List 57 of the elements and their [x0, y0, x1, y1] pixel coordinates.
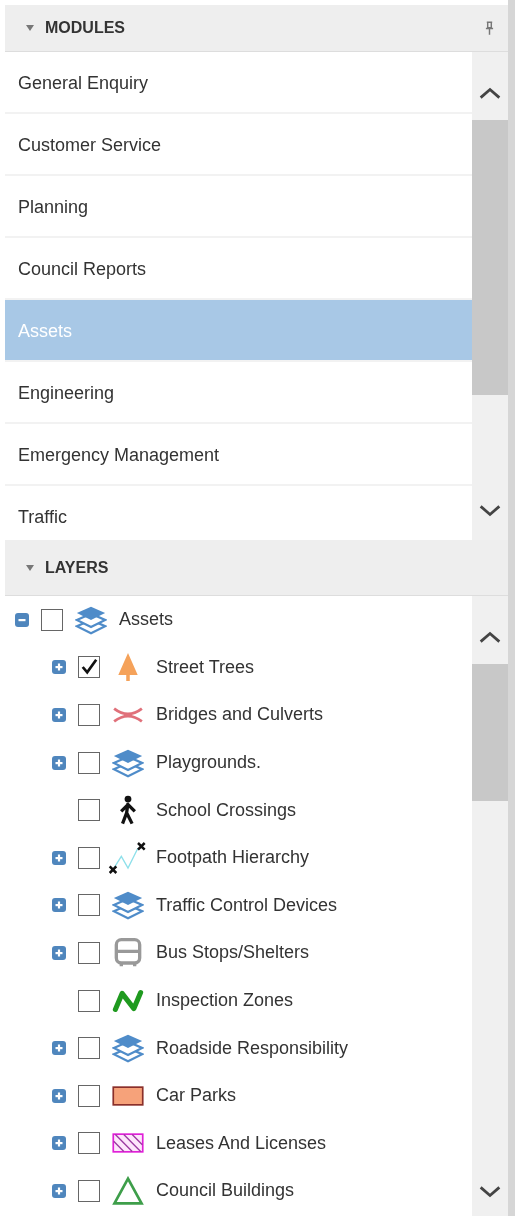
- scrollbar[interactable]: [472, 52, 508, 540]
- scrollbar-thumb[interactable]: [472, 664, 508, 801]
- pin-icon[interactable]: [485, 20, 494, 36]
- layer-checkbox[interactable]: [41, 608, 63, 631]
- layer-checkbox[interactable]: [78, 894, 100, 917]
- layer-checkbox[interactable]: [78, 1037, 100, 1060]
- layer-name[interactable]: Footpath Hierarchy: [156, 847, 310, 869]
- layer-checkbox[interactable]: [78, 656, 100, 679]
- expand-toggle[interactable]: [52, 1183, 66, 1198]
- scroll-down-icon[interactable]: [478, 504, 502, 518]
- layer-name[interactable]: Inspection Zones: [156, 990, 294, 1012]
- layer-name[interactable]: School Crossings: [156, 799, 297, 821]
- layers-icon: [112, 1033, 144, 1064]
- layer-checkbox[interactable]: [78, 704, 100, 726]
- layer-checkbox[interactable]: [78, 1132, 100, 1155]
- layer-name[interactable]: Roadside Responsibility: [156, 1037, 349, 1059]
- scroll-up-icon[interactable]: [478, 630, 502, 644]
- expand-toggle[interactable]: [52, 945, 66, 960]
- section-title: LAYERS: [45, 558, 110, 577]
- layer-checkbox[interactable]: [78, 1179, 100, 1202]
- layer-checkbox[interactable]: [78, 751, 100, 774]
- expand-toggle[interactable]: [52, 1041, 66, 1056]
- layer-name[interactable]: Leases And Licenses: [156, 1132, 327, 1154]
- scrollbar[interactable]: [472, 596, 508, 1216]
- layer-checkbox[interactable]: [78, 846, 100, 869]
- layer-name[interactable]: Bus Stops/Shelters: [156, 942, 310, 964]
- expand-toggle[interactable]: [52, 755, 66, 770]
- scroll-down-icon[interactable]: [478, 1185, 502, 1199]
- bus-icon: [112, 937, 144, 968]
- layer-name[interactable]: Council Buildings: [156, 1180, 295, 1202]
- section-title: MODULES: [45, 19, 126, 37]
- layer-name[interactable]: Assets: [119, 609, 174, 631]
- expand-toggle[interactable]: [52, 660, 66, 675]
- scrollbar-thumb[interactable]: [472, 120, 508, 395]
- layer-name[interactable]: Playgrounds.: [156, 752, 262, 774]
- layer-name[interactable]: Bridges and Culverts: [156, 704, 324, 726]
- expand-toggle[interactable]: [52, 850, 66, 865]
- modules-header[interactable]: MODULES: [5, 5, 508, 52]
- scroll-up-icon[interactable]: [478, 86, 502, 100]
- layer-name[interactable]: Car Parks: [156, 1085, 236, 1107]
- layers-icon: [75, 604, 107, 635]
- footpath-icon: [108, 840, 148, 875]
- layer-checkbox[interactable]: [78, 1084, 100, 1107]
- layers-icon: [112, 890, 144, 921]
- expand-toggle[interactable]: [52, 1136, 66, 1151]
- triangle-icon: [112, 1175, 144, 1206]
- layer-checkbox[interactable]: [78, 989, 100, 1012]
- expand-toggle[interactable]: [52, 708, 66, 722]
- layer-name[interactable]: Street Trees: [156, 656, 255, 678]
- layer-checkbox[interactable]: [78, 941, 100, 964]
- layer-name[interactable]: Traffic Control Devices: [156, 894, 338, 916]
- layers-header[interactable]: LAYERS: [5, 540, 508, 596]
- layer-checkbox[interactable]: [78, 799, 100, 822]
- collapse-toggle[interactable]: [15, 612, 29, 627]
- layers-icon: [112, 747, 144, 778]
- expand-toggle[interactable]: [52, 1088, 66, 1103]
- expand-toggle[interactable]: [52, 898, 66, 913]
